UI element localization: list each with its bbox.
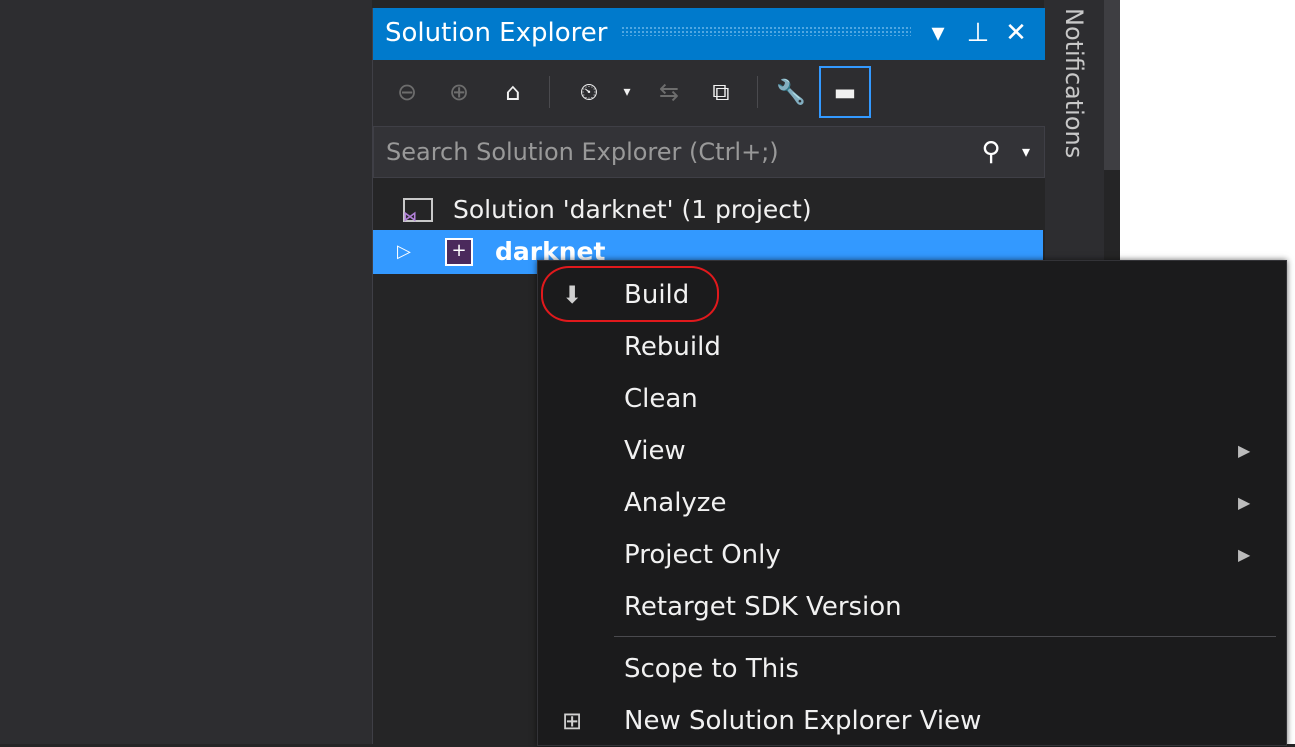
menu-item-label: Project Only: [624, 540, 781, 570]
back-icon[interactable]: ⊖: [389, 74, 425, 110]
menu-item-rebuild[interactable]: Rebuild: [538, 321, 1286, 373]
menu-item-label: Clean: [624, 384, 698, 414]
search-icon[interactable]: ⚲: [974, 135, 1008, 169]
notifications-scrollbar[interactable]: [1104, 0, 1120, 170]
submenu-arrow-icon: ▶: [1238, 493, 1251, 512]
panel-titlebar[interactable]: Solution Explorer ▾ ⊥ ✕: [373, 8, 1045, 60]
close-icon[interactable]: ✕: [999, 16, 1033, 50]
cpp-project-icon: +: [445, 238, 473, 266]
tree-item-solution[interactable]: ⋈ Solution 'darknet' (1 project): [373, 188, 1043, 232]
pending-changes-dropdown-icon[interactable]: ▾: [609, 74, 645, 110]
editor-background: [0, 0, 372, 744]
properties-icon[interactable]: 🔧: [773, 74, 809, 110]
titlebar-grip[interactable]: [621, 26, 911, 36]
menu-item-project-only[interactable]: Project Only ▶: [538, 529, 1286, 581]
menu-item-retarget-sdk[interactable]: Retarget SDK Version: [538, 581, 1286, 633]
toolbar-separator: [549, 76, 550, 108]
search-input[interactable]: [384, 135, 968, 169]
expand-arrow-icon[interactable]: ▷: [397, 230, 411, 274]
preview-icon[interactable]: ▬: [819, 66, 871, 118]
window-position-dropdown-icon[interactable]: ▾: [921, 16, 955, 50]
menu-item-view[interactable]: View ▶: [538, 425, 1286, 477]
menu-item-label: View: [624, 436, 686, 466]
menu-item-label: Build: [624, 280, 690, 310]
pending-changes-icon[interactable]: ⏲: [571, 74, 607, 110]
panel-toolbar: ⊖ ⊕ ⌂ ⏲ ▾ ⇆ ⧉ 🔧 ▬: [373, 60, 1045, 126]
solution-icon: ⋈: [403, 198, 433, 224]
context-menu: ⬇ Build Rebuild Clean View ▶ Analyze ▶ P…: [537, 260, 1287, 746]
home-icon[interactable]: ⌂: [495, 74, 531, 110]
menu-separator: [614, 636, 1276, 637]
pin-icon[interactable]: ⊥: [961, 16, 995, 50]
sync-icon[interactable]: ⇆: [651, 74, 687, 110]
submenu-arrow-icon: ▶: [1238, 545, 1251, 564]
notifications-tab[interactable]: Notifications: [1060, 8, 1088, 158]
search-box[interactable]: ⚲ ▾: [373, 126, 1045, 178]
collapse-all-icon[interactable]: ⧉: [703, 74, 739, 110]
build-icon: ⬇: [561, 281, 583, 309]
submenu-arrow-icon: ▶: [1238, 441, 1251, 460]
menu-item-label: New Solution Explorer View: [624, 706, 982, 736]
menu-item-analyze[interactable]: Analyze ▶: [538, 477, 1286, 529]
solution-label: Solution 'darknet' (1 project): [453, 195, 812, 224]
menu-item-label: Scope to This: [624, 654, 799, 684]
menu-item-scope-to-this[interactable]: Scope to This: [538, 643, 1286, 695]
menu-item-label: Rebuild: [624, 332, 721, 362]
menu-item-label: Analyze: [624, 488, 727, 518]
forward-icon[interactable]: ⊕: [441, 74, 477, 110]
menu-item-new-solution-explorer-view[interactable]: ⊞ New Solution Explorer View: [538, 695, 1286, 747]
menu-item-clean[interactable]: Clean: [538, 373, 1286, 425]
toolbar-separator: [757, 76, 758, 108]
menu-item-label: Retarget SDK Version: [624, 592, 902, 622]
search-options-dropdown-icon[interactable]: ▾: [1014, 135, 1038, 169]
panel-title: Solution Explorer: [385, 18, 608, 48]
menu-item-build[interactable]: ⬇ Build: [538, 269, 1286, 321]
new-view-icon: ⊞: [561, 707, 583, 735]
